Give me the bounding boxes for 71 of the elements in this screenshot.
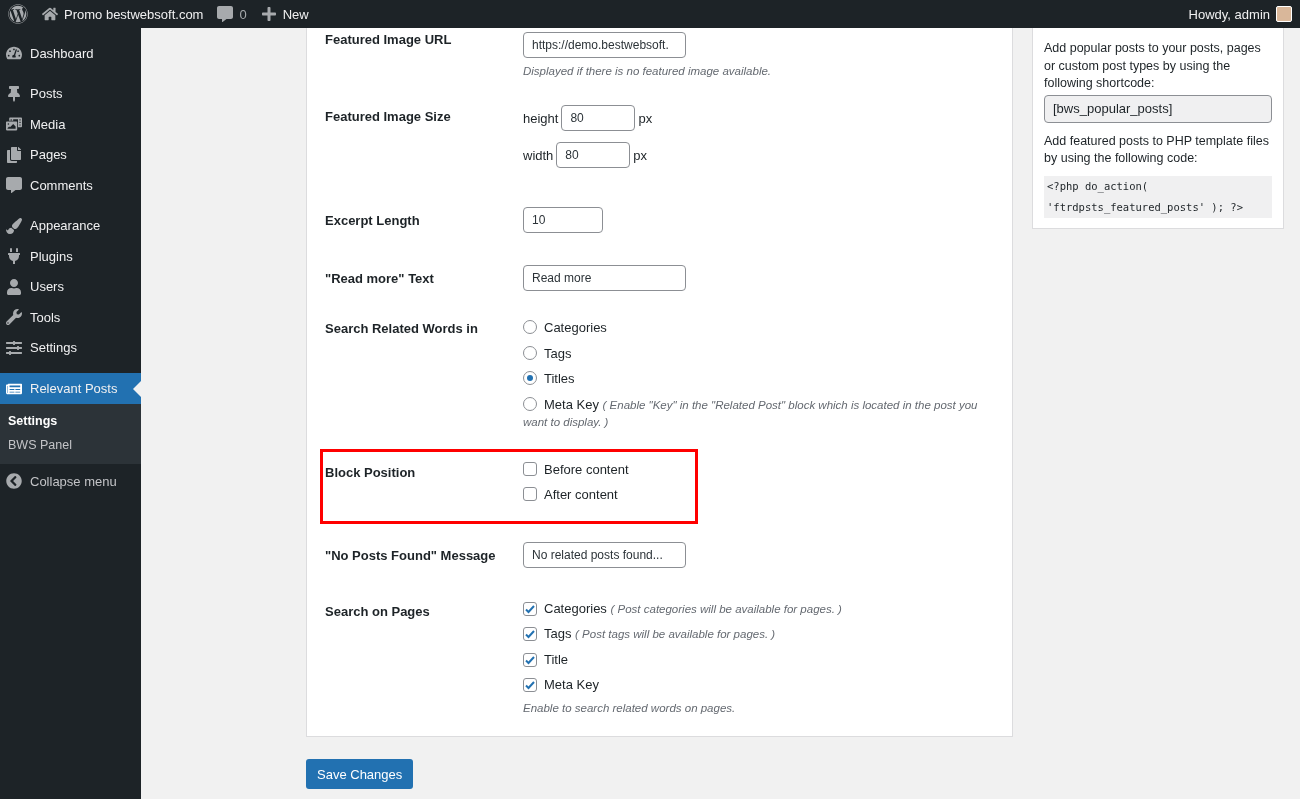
field-description: Enable to search related words on pages. xyxy=(523,702,737,714)
text-field[interactable]: Read more xyxy=(523,265,686,291)
widget-text: Add featured posts to PHP template files by using the following code: xyxy=(1044,132,1270,168)
plus-icon xyxy=(260,6,277,22)
speech-bubble-icon xyxy=(6,177,22,194)
radio-option[interactable]: Meta Key ( Enable "Key" in the "Related Post" block which is located in the post you want to display. ) xyxy=(523,395,994,431)
field-label: Search Related Words in xyxy=(325,320,479,338)
menu-item[interactable]: Settings xyxy=(0,332,141,363)
home-icon xyxy=(42,6,58,22)
collapse-menu[interactable]: Collapse menu xyxy=(0,464,141,498)
checkmark-icon xyxy=(524,628,536,641)
wordpress-logo-icon[interactable] xyxy=(8,4,28,24)
sliders-icon xyxy=(6,339,22,356)
collapse-icon xyxy=(6,473,22,489)
new-link[interactable]: New xyxy=(260,6,309,22)
pushpin-icon xyxy=(6,85,22,102)
gauge-icon xyxy=(6,45,22,62)
checkbox-option[interactable]: Before content xyxy=(523,460,698,479)
checkbox-option[interactable]: Tags ( Post tags will be available for pages. ) xyxy=(523,625,994,643)
text-field[interactable]: 10 xyxy=(523,207,603,233)
menu-item[interactable]: Appearance xyxy=(0,210,141,241)
number-field[interactable]: 80 xyxy=(561,105,636,131)
pages-icon xyxy=(6,146,22,163)
field-label: Block Position xyxy=(325,463,417,482)
field-label: Excerpt Length xyxy=(325,212,421,230)
radio-option[interactable]: Tags xyxy=(523,344,994,363)
menu-item[interactable]: Dashboard xyxy=(0,38,141,69)
checkbox-option[interactable]: After content xyxy=(523,486,698,504)
media-icon xyxy=(6,116,22,133)
avatar-icon xyxy=(1276,6,1292,22)
widget-text: Add popular posts to your posts, pages or custom post types by using the following shortcode: xyxy=(1044,40,1262,92)
radio-option[interactable]: Titles xyxy=(523,370,994,388)
checkbox-option[interactable]: Categories ( Post categories will be available for pages. ) xyxy=(523,599,994,618)
menu-item[interactable]: Comments xyxy=(0,170,141,201)
submenu-item[interactable]: BWS Panel xyxy=(0,433,141,457)
site-link[interactable]: Promo bestwebsoft.com xyxy=(42,6,204,22)
menu-item[interactable]: Pages xyxy=(0,139,141,170)
account-menu[interactable]: Howdy, admin xyxy=(1188,6,1292,22)
field-label: Featured Image URL xyxy=(325,32,453,49)
shortcode-field[interactable]: [bws_popular_posts] xyxy=(1044,94,1272,123)
unit-label: px xyxy=(638,110,653,126)
menu-item[interactable]: Posts xyxy=(0,78,141,109)
field-description: Displayed if there is no featured image available. xyxy=(523,65,773,77)
checkmark-icon xyxy=(524,679,536,692)
text-field[interactable]: No related posts found... xyxy=(523,541,686,568)
number-field[interactable]: 80 xyxy=(556,142,631,168)
checkbox-option[interactable]: Title xyxy=(523,650,994,669)
field-label: Featured Image Size xyxy=(325,108,452,126)
field-label: Search on Pages xyxy=(325,602,431,621)
code-snippet: <?php do_action( 'ftrdpsts_featured_posts' ); ?> xyxy=(1044,175,1272,218)
brush-icon xyxy=(6,217,22,234)
unit-label: px xyxy=(633,147,648,163)
wrench-icon xyxy=(6,309,22,326)
menu-item[interactable]: Tools xyxy=(0,302,141,333)
size-label: width xyxy=(523,147,554,163)
speech-bubble-icon xyxy=(217,6,234,22)
save-changes-button[interactable]: Save Changes xyxy=(306,759,414,789)
text-field[interactable]: https://demo.bestwebsoft. xyxy=(523,32,686,58)
radio-option[interactable]: Categories xyxy=(523,319,994,337)
submenu-item[interactable]: Settings xyxy=(0,409,141,433)
user-icon xyxy=(6,278,22,295)
checkbox-option[interactable]: Meta Key xyxy=(523,676,994,694)
menu-item[interactable]: Media xyxy=(0,109,141,140)
size-label: height xyxy=(523,110,559,126)
menu-item[interactable]: Plugins xyxy=(0,241,141,272)
plug-icon xyxy=(6,248,22,265)
menu-item[interactable]: Relevant Posts xyxy=(0,373,141,404)
field-label: "No Posts Found" Message xyxy=(325,546,497,565)
comments-link[interactable]: 0 xyxy=(217,6,247,22)
field-label: "Read more" Text xyxy=(325,270,435,288)
menu-item[interactable]: Users xyxy=(0,271,141,302)
